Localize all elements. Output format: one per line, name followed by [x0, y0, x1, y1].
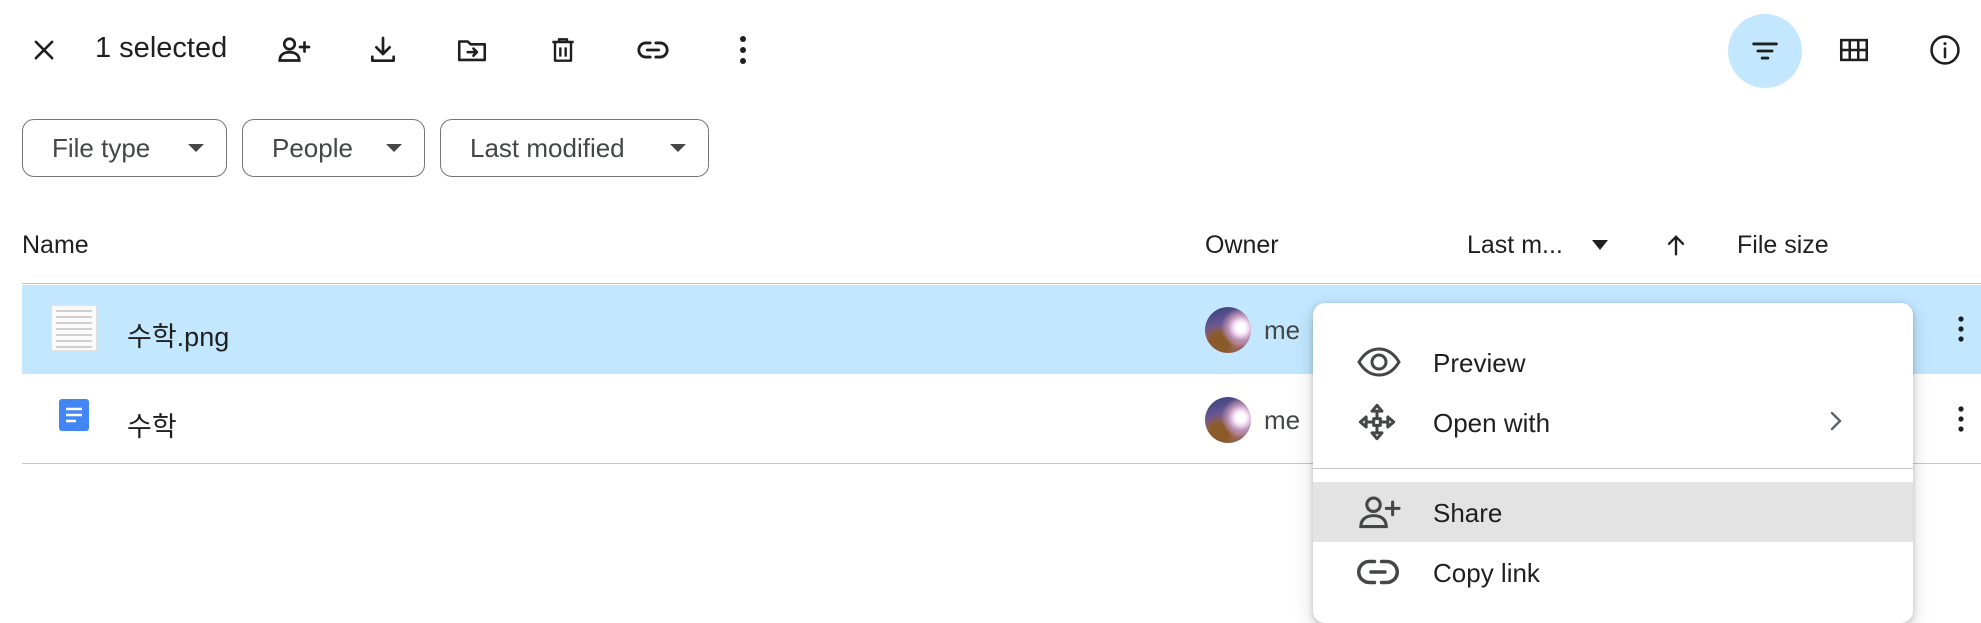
filter-icon: [1748, 34, 1782, 68]
menu-item-share[interactable]: Share: [1313, 482, 1913, 542]
people-filter-chip[interactable]: People: [242, 119, 425, 177]
header-divider: [22, 283, 1981, 284]
file-name: 수학: [127, 412, 177, 442]
menu-divider: [1313, 468, 1913, 469]
last-modified-filter-chip[interactable]: Last modified: [440, 119, 709, 177]
file-type-filter-chip[interactable]: File type: [22, 119, 227, 177]
selected-count: 1 selected: [95, 32, 228, 64]
owner-avatar: [1205, 397, 1251, 443]
menu-item-label: Preview: [1433, 348, 1526, 378]
dropdown-caret-icon: [188, 144, 204, 152]
menu-item-label: Share: [1433, 498, 1503, 528]
move-arrows-icon: [1357, 402, 1397, 442]
move-button[interactable]: [444, 22, 500, 78]
dropdown-caret-icon: [386, 144, 402, 152]
link-icon: [636, 33, 670, 67]
google-docs-icon: [59, 399, 89, 431]
info-icon: [1928, 33, 1962, 67]
close-selection-button[interactable]: [16, 22, 72, 78]
last-modified-filter-label: Last modified: [470, 132, 625, 163]
download-button[interactable]: [355, 22, 411, 78]
move-to-folder-icon: [455, 33, 489, 67]
dropdown-caret-icon: [670, 144, 686, 152]
more-vert-icon: [738, 35, 748, 65]
link-icon: [1357, 556, 1399, 588]
more-vert-icon: [1957, 316, 1965, 342]
context-menu: Preview Open with Share Copy link: [1313, 303, 1913, 623]
row-more-actions-button[interactable]: [1939, 397, 1981, 441]
chevron-right-icon: [1829, 410, 1843, 432]
image-thumbnail: [51, 305, 97, 351]
menu-item-label: Open with: [1433, 408, 1551, 438]
add-person-icon: [276, 32, 312, 68]
grid-view-button[interactable]: [1826, 22, 1882, 78]
copy-link-button[interactable]: [625, 22, 681, 78]
owner-name: me: [1264, 315, 1301, 345]
download-icon: [367, 34, 399, 66]
share-button[interactable]: [266, 22, 322, 78]
menu-item-copy-link[interactable]: Copy link: [1313, 542, 1913, 602]
selection-toolbar: 1 selected: [0, 0, 1981, 100]
people-filter-label: People: [272, 132, 353, 163]
more-actions-button[interactable]: [715, 22, 771, 78]
more-vert-icon: [1957, 406, 1965, 432]
column-header-last-modified[interactable]: Last m...: [1467, 231, 1563, 260]
delete-button[interactable]: [535, 22, 591, 78]
menu-item-preview[interactable]: Preview: [1313, 332, 1913, 392]
menu-item-label: Copy link: [1433, 558, 1540, 588]
file-type-filter-label: File type: [52, 132, 151, 163]
file-name: 수학.png: [127, 322, 230, 352]
sort-dropdown-icon[interactable]: [1592, 240, 1608, 250]
close-icon: [30, 36, 58, 64]
owner-name: me: [1264, 405, 1301, 435]
column-header-file-size[interactable]: File size: [1737, 231, 1829, 260]
column-header-owner[interactable]: Owner: [1205, 231, 1279, 260]
filter-button[interactable]: [1728, 14, 1802, 88]
add-person-icon: [1357, 492, 1401, 532]
eye-icon: [1357, 346, 1401, 378]
grid-view-icon: [1837, 33, 1871, 67]
sort-direction-arrow-up-icon[interactable]: [1662, 231, 1690, 259]
menu-item-open-with[interactable]: Open with: [1313, 392, 1913, 452]
column-header-name[interactable]: Name: [22, 231, 89, 260]
owner-avatar: [1205, 307, 1251, 353]
trash-icon: [547, 34, 579, 66]
row-more-actions-button[interactable]: [1939, 307, 1981, 351]
details-button[interactable]: [1917, 22, 1973, 78]
